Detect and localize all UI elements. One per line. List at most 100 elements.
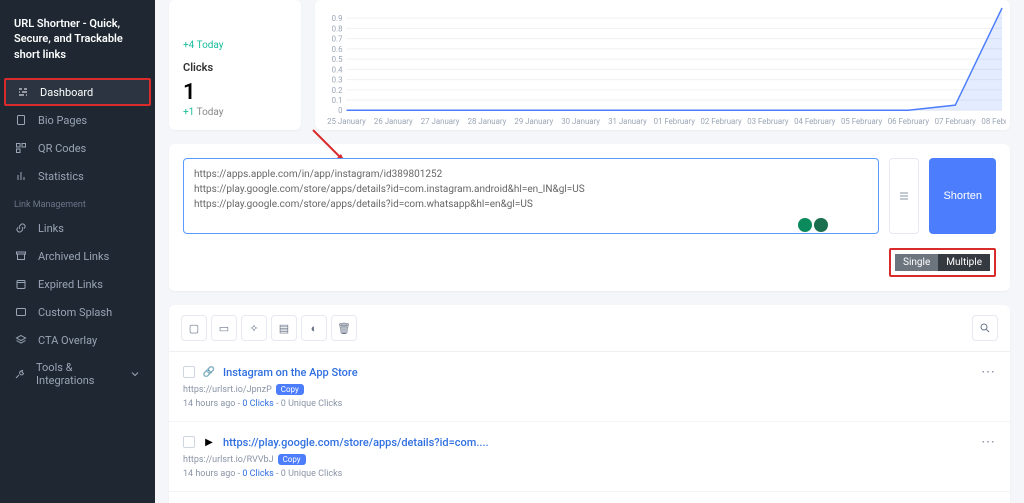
svg-text:0.2: 0.2	[332, 86, 343, 95]
tool-archive-button[interactable]: ▢	[181, 315, 207, 341]
nav-archived[interactable]: Archived Links	[0, 242, 155, 270]
tool-globe-button[interactable]: ◐	[301, 315, 327, 341]
tool-trash-button[interactable]: 🗑	[331, 315, 357, 341]
sidebar-section-label: Link Management	[0, 190, 155, 214]
short-url: https://urlsrt.io/RVVbJ	[183, 455, 274, 465]
link-icon	[14, 221, 28, 235]
nav-cta[interactable]: CTA Overlay	[0, 326, 155, 354]
link-title[interactable]: https://play.google.com/store/apps/detai…	[223, 436, 489, 449]
link-checkbox[interactable]	[183, 436, 195, 448]
svg-text:25 January: 25 January	[327, 117, 366, 126]
nav-links[interactable]: Links	[0, 214, 155, 242]
svg-text:0.7: 0.7	[332, 35, 343, 44]
svg-text:0.4: 0.4	[332, 65, 343, 74]
apple-icon: 🔗	[203, 366, 215, 378]
nav-label: Links	[38, 222, 64, 235]
svg-text:0.1: 0.1	[332, 96, 343, 105]
badge-icon	[814, 218, 828, 232]
links-toolbar: ▢ ▭ ✧ ▤ ◐ 🗑	[169, 305, 1010, 352]
stat-card-clicks: +4 Today Clicks 1 +1 Today	[169, 0, 301, 130]
toggle-multiple[interactable]: Multiple	[938, 254, 990, 271]
input-badges	[798, 218, 828, 232]
nav-qrcodes[interactable]: QR Codes	[0, 134, 155, 162]
svg-text:04 February: 04 February	[794, 117, 836, 126]
short-url: https://urlsrt.io/JpnzP	[183, 385, 272, 395]
main-content: +4 Today Clicks 1 +1 Today 00.10.20.3 0.4…	[155, 0, 1024, 503]
nav-label: Bio Pages	[38, 114, 87, 127]
link-title[interactable]: Instagram on the App Store	[223, 366, 358, 379]
svg-text:01 February: 01 February	[654, 117, 696, 126]
svg-text:05 February: 05 February	[841, 117, 883, 126]
badge-icon	[798, 218, 812, 232]
svg-text:27 January: 27 January	[421, 117, 460, 126]
svg-text:0.8: 0.8	[332, 24, 343, 33]
svg-text:08 February: 08 February	[981, 117, 1006, 126]
nav-expired[interactable]: Expired Links	[0, 270, 155, 298]
search-button[interactable]	[972, 315, 998, 341]
layers-icon	[14, 333, 28, 347]
copy-button[interactable]: Copy	[278, 454, 306, 465]
copy-button[interactable]: Copy	[276, 384, 304, 395]
svg-text:28 January: 28 January	[468, 117, 507, 126]
svg-text:26 January: 26 January	[374, 117, 413, 126]
nav-label: Statistics	[38, 170, 84, 183]
calendar-icon	[14, 277, 28, 291]
svg-text:03 February: 03 February	[747, 117, 789, 126]
archive-icon	[14, 249, 28, 263]
svg-text:0.5: 0.5	[332, 55, 343, 64]
qr-icon	[14, 141, 28, 155]
svg-text:31 January: 31 January	[608, 117, 647, 126]
link-item: ▶ Error 403 (Forbidden)!!1 ⋯ https://url…	[169, 492, 1010, 503]
play-icon: ▶	[203, 436, 215, 448]
link-menu-button[interactable]: ⋯	[981, 434, 996, 450]
nav-biopages[interactable]: Bio Pages	[0, 106, 155, 134]
window-icon	[14, 305, 28, 319]
nav-dashboard[interactable]: Dashboard	[4, 78, 151, 106]
link-menu-button[interactable]: ⋯	[981, 364, 996, 380]
nav-label: Archived Links	[38, 250, 109, 263]
options-button[interactable]	[889, 158, 919, 234]
svg-text:0.9: 0.9	[332, 14, 343, 23]
stat-label: Clicks	[183, 61, 287, 74]
nav-tools[interactable]: Tools & Integrations	[0, 354, 155, 394]
url-input[interactable]	[183, 158, 879, 234]
link-item: 🔗 Instagram on the App Store ⋯ https://u…	[169, 352, 1010, 422]
top-delta: +4 Today	[183, 40, 287, 51]
nav-label: Dashboard	[40, 86, 93, 99]
stat-value: 1	[183, 80, 287, 105]
chevron-down-icon	[129, 367, 141, 381]
svg-text:02 February: 02 February	[700, 117, 742, 126]
svg-text:06 February: 06 February	[888, 117, 930, 126]
link-meta: 14 hours ago - 0 Clicks - 0 Unique Click…	[183, 399, 996, 409]
svg-text:0: 0	[338, 106, 342, 115]
tool-folder-button[interactable]: ▤	[271, 315, 297, 341]
link-checkbox[interactable]	[183, 366, 195, 378]
nav-label: Tools & Integrations	[36, 361, 119, 387]
tool-briefcase-button[interactable]: ▭	[211, 315, 237, 341]
svg-text:0.6: 0.6	[332, 45, 343, 54]
svg-text:07 February: 07 February	[935, 117, 977, 126]
sliders-icon	[16, 85, 30, 99]
nav-label: Expired Links	[38, 278, 103, 291]
shorten-button[interactable]: Shorten	[929, 158, 996, 234]
svg-text:29 January: 29 January	[514, 117, 553, 126]
nav-statistics[interactable]: Statistics	[0, 162, 155, 190]
toggle-single[interactable]: Single	[895, 254, 938, 271]
svg-text:30 January: 30 January	[561, 117, 600, 126]
bars-icon	[14, 169, 28, 183]
nav-label: QR Codes	[38, 142, 86, 155]
nav-label: Custom Splash	[38, 306, 112, 319]
links-card: ▢ ▭ ✧ ▤ ◐ 🗑 🔗 Instagram on the App Store…	[169, 305, 1010, 503]
shorten-card: Shorten Single Multiple	[169, 144, 1010, 291]
nav-splash[interactable]: Custom Splash	[0, 298, 155, 326]
sidebar: URL Shortner - Quick, Secure, and Tracka…	[0, 0, 155, 503]
brand-title: URL Shortner - Quick, Secure, and Tracka…	[0, 8, 155, 78]
svg-text:0.3: 0.3	[332, 76, 343, 85]
tool-icon	[14, 367, 26, 381]
page-icon	[14, 113, 28, 127]
link-meta: 14 hours ago - 0 Clicks - 0 Unique Click…	[183, 469, 996, 479]
stat-delta: +1 Today	[183, 107, 287, 118]
tool-add-button[interactable]: ✧	[241, 315, 267, 341]
clicks-chart: 00.10.20.3 0.40.50.60.7 0.80.9 25 January 26…	[315, 0, 1010, 130]
nav-label: CTA Overlay	[38, 334, 97, 347]
